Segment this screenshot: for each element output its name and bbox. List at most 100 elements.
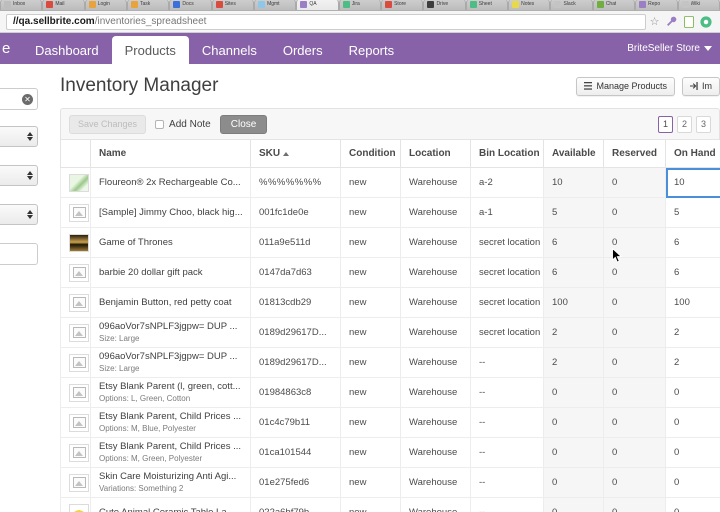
table-header-bin-location[interactable]: Bin Location: [470, 139, 544, 168]
browser-tab[interactable]: Login: [84, 0, 128, 10]
product-sku-cell[interactable]: %%%%%%%: [250, 167, 341, 198]
table-header-reserved[interactable]: Reserved: [603, 139, 666, 168]
product-bin-location-cell[interactable]: --: [470, 407, 544, 438]
filter-link[interactable]: filter: [0, 323, 42, 334]
product-name-cell[interactable]: Etsy Blank Parent, Child Prices ... Optio…: [90, 407, 251, 438]
product-on-hand-cell[interactable]: 5: [665, 197, 720, 228]
nav-tab-orders[interactable]: Orders: [270, 36, 336, 64]
product-sku-cell[interactable]: 01813cdb29: [250, 287, 341, 318]
product-sku-cell[interactable]: 022a6bf79b: [250, 497, 341, 512]
product-sku-cell[interactable]: 001fc1de0e: [250, 197, 341, 228]
page-icon[interactable]: [680, 13, 697, 30]
product-bin-location-cell[interactable]: --: [470, 377, 544, 408]
browser-tab[interactable]: Notes: [508, 0, 551, 10]
browser-tab[interactable]: Mail: [42, 0, 85, 10]
table-row[interactable]: [Sample] Jimmy Choo, black hig... 001fc1d…: [60, 197, 720, 228]
product-on-hand-cell[interactable]: 6: [665, 257, 720, 288]
browser-tab[interactable]: Mgmt: [254, 0, 297, 10]
table-row[interactable]: barbie 20 dollar gift pack 0147da7d63 new W…: [60, 257, 720, 288]
table-row[interactable]: Floureon® 2x Rechargeable Co...%%%%%%% ne…: [60, 167, 720, 198]
product-on-hand-cell[interactable]: 2: [665, 317, 720, 348]
product-name-cell[interactable]: Benjamin Button, red petty coat: [90, 287, 251, 318]
filter-select-3[interactable]: [0, 204, 38, 225]
table-header-name[interactable]: Name: [90, 139, 251, 168]
browser-tab[interactable]: Inbox: [0, 0, 43, 10]
table-header-sku[interactable]: SKU: [250, 139, 341, 168]
filter-select-1[interactable]: [0, 126, 38, 147]
product-name-cell[interactable]: [Sample] Jimmy Choo, black hig...: [90, 197, 251, 228]
table-row[interactable]: Game of Thrones 011a9e511d new Warehouse sec…: [60, 227, 720, 258]
filter-text-input[interactable]: [0, 243, 38, 265]
filter-select-2[interactable]: [0, 165, 38, 186]
table-header-condition[interactable]: Condition: [340, 139, 401, 168]
product-sku-cell[interactable]: 0189d29617D...: [250, 317, 341, 348]
page-button-2[interactable]: 2: [677, 115, 692, 133]
product-name-cell[interactable]: barbie 20 dollar gift pack: [90, 257, 251, 288]
product-bin-location-cell[interactable]: secret location: [470, 227, 544, 258]
nav-tab-reports[interactable]: Reports: [336, 36, 408, 64]
store-selector[interactable]: BriteSeller Store: [627, 33, 720, 64]
browser-tab[interactable]: Drive: [423, 0, 466, 10]
product-bin-location-cell[interactable]: --: [470, 467, 544, 498]
product-on-hand-cell[interactable]: 0: [665, 467, 720, 498]
browser-tab[interactable]: Jira: [338, 0, 382, 10]
product-sku-cell[interactable]: 01c4c79b11: [250, 407, 341, 438]
product-name-cell[interactable]: Etsy Blank Parent (l, green, cott... Opti…: [90, 377, 251, 408]
import-button[interactable]: Im: [682, 76, 720, 96]
table-row[interactable]: 096aoVor7sNPLF3jgpw= DUP ... Size: Large 0…: [60, 347, 720, 378]
product-sku-cell[interactable]: 01ca101544: [250, 437, 341, 468]
product-bin-location-cell[interactable]: a-2: [470, 167, 544, 198]
browser-tab[interactable]: Sites: [211, 0, 255, 10]
table-row[interactable]: Skin Care Moisturizing Anti Agi... Variat…: [60, 467, 720, 498]
product-sku-cell[interactable]: 011a9e511d: [250, 227, 341, 258]
browser-tab[interactable]: Sheet: [465, 0, 509, 10]
clear-icon[interactable]: ✕: [22, 93, 33, 105]
product-bin-location-cell[interactable]: --: [470, 437, 544, 468]
table-row[interactable]: Etsy Blank Parent, Child Prices ... Optio…: [60, 407, 720, 438]
add-note-checkbox-wrap[interactable]: Add Note: [155, 119, 211, 130]
table-header-location[interactable]: Location: [400, 139, 471, 168]
browser-tab[interactable]: Store: [381, 0, 424, 10]
product-name-cell[interactable]: Floureon® 2x Rechargeable Co...: [90, 167, 251, 198]
product-sku-cell[interactable]: 0147da7d63: [250, 257, 341, 288]
product-on-hand-cell[interactable]: 10: [665, 167, 720, 198]
brand-logo[interactable]: e: [0, 33, 22, 64]
profile-icon[interactable]: [697, 13, 714, 30]
nav-tab-dashboard[interactable]: Dashboard: [22, 36, 112, 64]
product-on-hand-cell[interactable]: 2: [665, 347, 720, 378]
product-name-cell[interactable]: Skin Care Moisturizing Anti Agi... Variat…: [90, 467, 251, 498]
close-button[interactable]: Close: [219, 114, 268, 134]
product-on-hand-cell[interactable]: 0: [665, 497, 720, 512]
table-row[interactable]: Benjamin Button, red petty coat 01813cdb2…: [60, 287, 720, 318]
address-bar[interactable]: //qa.sellbrite.com/inventories_spreadshe…: [6, 13, 646, 30]
nav-tab-channels[interactable]: Channels: [189, 36, 270, 64]
browser-tab[interactable]: Slack: [550, 0, 593, 10]
product-name-cell[interactable]: Etsy Blank Parent, Child Prices ... Optio…: [90, 437, 251, 468]
product-on-hand-cell[interactable]: 0: [665, 377, 720, 408]
table-header-available[interactable]: Available: [543, 139, 604, 168]
wrench-icon[interactable]: [663, 13, 680, 30]
add-note-checkbox[interactable]: [155, 119, 165, 129]
table-row[interactable]: Cute Animal Ceramic Table La... 022a6bf79…: [60, 497, 720, 512]
browser-tab[interactable]: QA: [296, 0, 339, 10]
browser-tab[interactable]: Wiki: [677, 0, 720, 10]
product-bin-location-cell[interactable]: --: [470, 497, 544, 512]
product-name-cell[interactable]: 096aoVor7sNPLF3jgpw= DUP ... Size: Large: [90, 317, 251, 348]
table-row[interactable]: Etsy Blank Parent, Child Prices ... Optio…: [60, 437, 720, 468]
product-on-hand-cell[interactable]: 0: [665, 407, 720, 438]
table-row[interactable]: 096aoVor7sNPLF3jgpw= DUP ... Size: Large 0…: [60, 317, 720, 348]
page-button-3[interactable]: 3: [696, 115, 711, 133]
table-row[interactable]: Etsy Blank Parent (l, green, cott... Opti…: [60, 377, 720, 408]
product-bin-location-cell[interactable]: a-1: [470, 197, 544, 228]
table-header-on-hand[interactable]: On Hand: [665, 139, 720, 168]
browser-tab[interactable]: Repo: [635, 0, 678, 10]
star-icon[interactable]: ☆: [646, 13, 663, 30]
save-changes-button[interactable]: Save Changes: [69, 114, 147, 134]
browser-tab[interactable]: Task: [127, 0, 170, 10]
product-on-hand-cell[interactable]: 6: [665, 227, 720, 258]
browser-tab[interactable]: Chat: [592, 0, 636, 10]
manage-products-button[interactable]: Manage Products: [576, 76, 675, 96]
product-bin-location-cell[interactable]: secret location: [470, 287, 544, 318]
page-button-1[interactable]: 1: [658, 115, 673, 133]
product-sku-cell[interactable]: 01e275fed6: [250, 467, 341, 498]
